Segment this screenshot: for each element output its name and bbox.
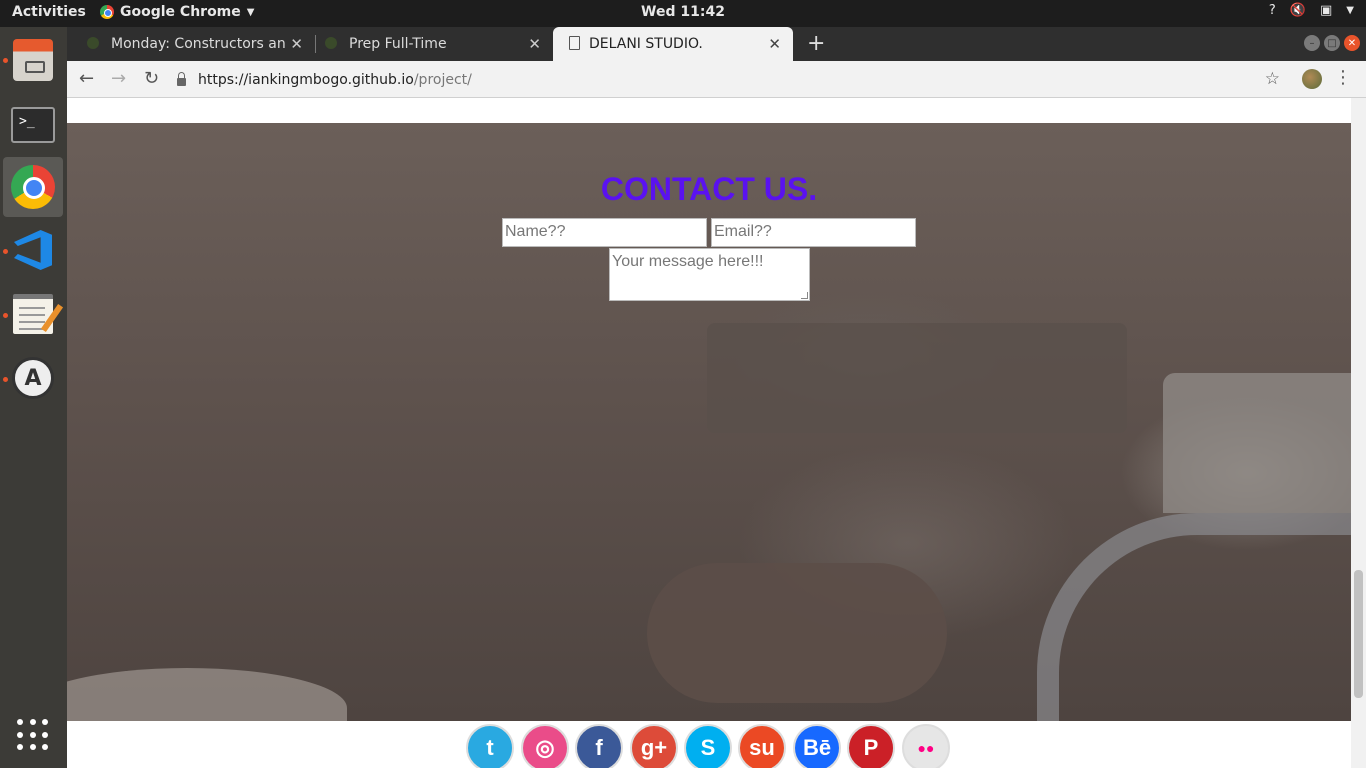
window-controls: – □ ✕ <box>1304 35 1360 51</box>
dock: >_ A <box>0 27 67 768</box>
page-scrollbar[interactable] <box>1351 98 1366 768</box>
site-favicon <box>87 37 99 49</box>
browser-toolbar: ← → ↻ https://iankingmbogo.github.io/pro… <box>67 61 1366 98</box>
app-menu-label: Google Chrome <box>120 4 241 20</box>
menu-kebab-icon[interactable]: ⋮ <box>1334 67 1352 88</box>
maximize-icon[interactable]: □ <box>1324 35 1340 51</box>
close-window-icon[interactable]: ✕ <box>1344 35 1360 51</box>
close-tab-icon[interactable]: ✕ <box>290 35 303 53</box>
dock-item-vscode[interactable] <box>3 220 63 280</box>
social-links: t ◎ f g+ S su Bē P ●● <box>67 721 1351 768</box>
chevron-down-icon[interactable]: ▼ <box>1346 5 1354 16</box>
email-input[interactable]: Email?? <box>711 218 916 247</box>
tab-title: DELANI STUDIO. <box>589 36 703 52</box>
resize-handle[interactable] <box>801 292 808 299</box>
dock-item-terminal[interactable]: >_ <box>3 95 63 155</box>
dock-item-files[interactable] <box>3 30 63 90</box>
contact-section: CONTACT US. Name?? Email?? Your message … <box>67 123 1366 748</box>
dock-item-software-updater[interactable]: A <box>3 348 63 408</box>
back-arrow-icon[interactable]: ← <box>79 68 94 89</box>
address-bar[interactable]: https://iankingmbogo.github.io/project/ <box>177 67 1257 92</box>
reload-icon[interactable]: ↻ <box>144 68 159 89</box>
chevron-down-icon: ▼ <box>246 6 255 18</box>
google-plus-icon[interactable]: g+ <box>630 724 678 768</box>
help-icon[interactable]: ? <box>1269 3 1276 18</box>
close-tab-icon[interactable]: ✕ <box>528 35 541 53</box>
profile-avatar[interactable] <box>1302 69 1322 89</box>
background-chair <box>1037 513 1366 743</box>
dock-item-chrome[interactable] <box>3 157 63 217</box>
background-machinery <box>647 563 947 703</box>
chrome-icon <box>11 165 55 209</box>
page-icon <box>569 36 580 50</box>
tab-title: Monday: Constructors an <box>111 36 286 52</box>
tab-title: Prep Full-Time <box>349 36 447 52</box>
tab-delani-studio[interactable]: DELANI STUDIO. ✕ <box>553 27 793 61</box>
software-updater-icon: A <box>12 357 54 399</box>
new-tab-button[interactable]: + <box>807 31 825 56</box>
message-textarea[interactable]: Your message here!!! <box>609 248 810 301</box>
battery-icon[interactable]: ▣ <box>1320 3 1332 18</box>
twitter-icon[interactable]: t <box>466 724 514 768</box>
contact-title: CONTACT US. <box>600 171 818 207</box>
system-tray[interactable]: ? 🔇 ▣ ▼ <box>1269 3 1354 18</box>
activities-button[interactable]: Activities <box>12 4 86 20</box>
tab-strip: Monday: Constructors an ✕ Prep Full-Time… <box>67 27 1366 61</box>
chrome-icon <box>100 5 114 19</box>
stumbleupon-icon[interactable]: su <box>738 724 786 768</box>
minimize-icon[interactable]: – <box>1304 35 1320 51</box>
name-input[interactable]: Name?? <box>502 218 707 247</box>
dribbble-icon[interactable]: ◎ <box>521 724 569 768</box>
tab-prep-full-time[interactable]: Prep Full-Time ✕ <box>305 27 553 61</box>
background-machinery <box>707 323 1127 433</box>
url-path: /project/ <box>413 71 472 88</box>
app-menu[interactable]: Google Chrome ▼ <box>100 4 254 20</box>
flickr-icon[interactable]: ●● <box>902 724 950 768</box>
site-favicon <box>325 37 337 49</box>
app-grid-icon <box>17 719 49 751</box>
bookmark-star-icon[interactable]: ☆ <box>1265 69 1280 89</box>
lock-icon <box>177 71 186 86</box>
url-host: https://iankingmbogo.github.io <box>198 71 414 88</box>
tab-monday-constructors[interactable]: Monday: Constructors an ✕ <box>67 27 315 61</box>
system-top-bar: Activities Google Chrome ▼ Wed 11:42 ? 🔇… <box>0 0 1366 27</box>
message-placeholder: Your message here!!! <box>612 253 764 270</box>
scrollbar-thumb[interactable] <box>1354 570 1363 698</box>
dock-item-text-editor[interactable] <box>3 284 63 344</box>
skype-icon[interactable]: S <box>684 724 732 768</box>
facebook-icon[interactable]: f <box>575 724 623 768</box>
forward-arrow-icon[interactable]: → <box>111 68 126 89</box>
background-machinery <box>1163 373 1351 513</box>
pinterest-icon[interactable]: P <box>847 724 895 768</box>
text-editor-icon <box>13 294 53 334</box>
behance-icon[interactable]: Bē <box>793 724 841 768</box>
show-applications-button[interactable] <box>3 705 63 765</box>
close-tab-icon[interactable]: ✕ <box>768 35 781 53</box>
page-viewport: CONTACT US. Name?? Email?? Your message … <box>67 98 1366 768</box>
vscode-icon <box>14 230 52 270</box>
terminal-icon: >_ <box>11 107 55 143</box>
volume-icon[interactable]: 🔇 <box>1290 3 1306 18</box>
files-icon <box>13 39 53 81</box>
